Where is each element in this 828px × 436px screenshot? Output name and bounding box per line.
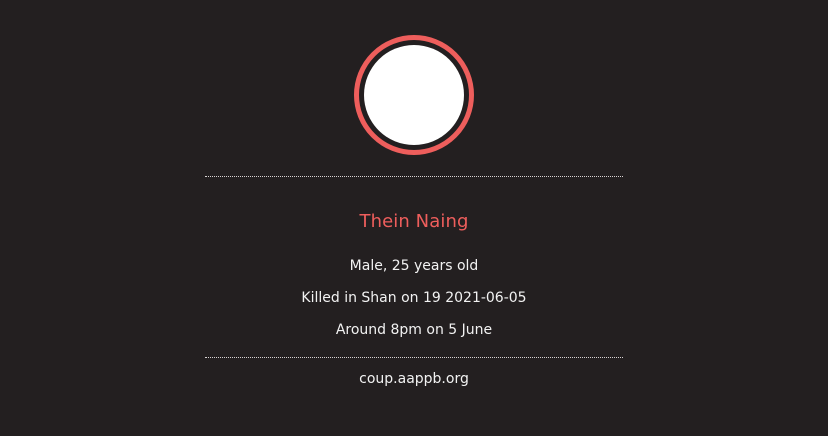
death-time-text: Around 8pm on 5 June <box>335 322 493 338</box>
source-link[interactable]: coup.aappb.org <box>0 370 828 388</box>
gender-age-text: Male, 25 years old <box>349 258 479 274</box>
avatar-photo <box>364 45 464 145</box>
avatar <box>354 35 474 155</box>
victim-card: Thein Naing Male, 25 years old Killed in… <box>0 0 828 436</box>
death-location-date-text: Killed in Shan on 19 2021-06-05 <box>301 290 527 306</box>
bottom-divider <box>205 357 623 358</box>
victim-name: Thein Naing <box>359 211 469 232</box>
top-divider <box>205 176 623 177</box>
